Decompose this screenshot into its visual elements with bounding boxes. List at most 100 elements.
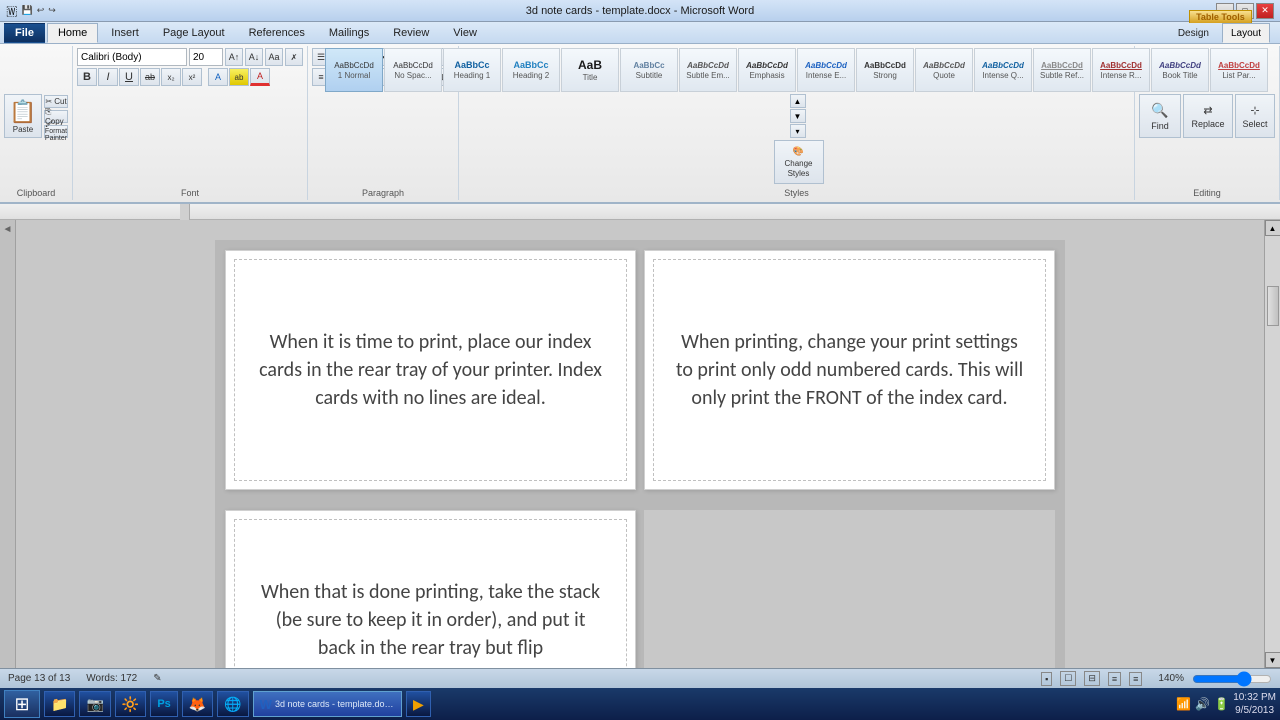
style-normal[interactable]: AaBbCcDd 1 Normal: [325, 48, 383, 92]
tab-review[interactable]: Review: [382, 23, 440, 43]
quick-access-undo[interactable]: ↩: [37, 5, 45, 16]
style-subtitle[interactable]: AaBbCc Subtitle: [620, 48, 678, 92]
clipboard-group: 📋 Paste ✂ Cut ⎘ Copy 🖌 Format Painter Cl…: [0, 46, 73, 200]
taskbar-firefox[interactable]: 🦊: [182, 691, 213, 717]
style-intense-em[interactable]: AaBbCcDd Intense E...: [797, 48, 855, 92]
taskbar-photoshop[interactable]: Ps: [150, 691, 177, 717]
card-2-inner: When printing, change your print setting…: [653, 259, 1046, 481]
view-outline-icon[interactable]: ≡: [1108, 672, 1121, 686]
paste-button[interactable]: 📋 Paste: [4, 94, 42, 138]
tab-view[interactable]: View: [442, 23, 488, 43]
superscript-button[interactable]: x²: [182, 68, 202, 86]
tab-insert[interactable]: Insert: [100, 23, 150, 43]
taskbar-word[interactable]: W 3d note cards - template.docx - Micros…: [253, 691, 402, 717]
scrollbar-down-button[interactable]: ▼: [1265, 652, 1280, 668]
sidebar-arrow[interactable]: ◄: [3, 224, 13, 235]
card-2-text: When printing, change your print setting…: [674, 328, 1025, 412]
card-1[interactable]: When it is time to print, place our inde…: [225, 250, 636, 490]
zoom-level: 140%: [1158, 673, 1184, 684]
bold-button[interactable]: B: [77, 68, 97, 86]
taskbar-ps-elements[interactable]: 📷: [79, 691, 110, 717]
document-area[interactable]: When it is time to print, place our inde…: [16, 220, 1264, 668]
zoom-slider[interactable]: [1192, 672, 1272, 686]
replace-button[interactable]: ⇄ Replace: [1183, 94, 1233, 138]
start-button[interactable]: ⊞: [4, 690, 40, 718]
styles-scroll: ▲ ▼ ▾: [790, 94, 806, 138]
quick-access-save[interactable]: 💾: [22, 5, 33, 16]
change-case-button[interactable]: Aa: [265, 48, 283, 66]
style-intense-q[interactable]: AaBbCcDd Intense Q...: [974, 48, 1032, 92]
font-color-button[interactable]: A: [250, 68, 270, 86]
style-strong[interactable]: AaBbCcDd Strong: [856, 48, 914, 92]
taskbar-lightroom[interactable]: 🔆: [115, 691, 146, 717]
card-3[interactable]: When that is done printing, take the sta…: [225, 510, 636, 668]
word-taskbar-icon: W: [260, 697, 272, 712]
document-page-top: When it is time to print, place our inde…: [215, 240, 1065, 500]
select-button[interactable]: ⊹ Select: [1235, 94, 1275, 138]
tab-design[interactable]: Design: [1169, 23, 1218, 43]
font-grow-button[interactable]: A↑: [225, 48, 243, 66]
styles-group: AaBbCcDd 1 Normal AaBbCcDd No Spac... Aa…: [459, 46, 1135, 200]
style-title[interactable]: AaB Title: [561, 48, 619, 92]
scrollbar-track[interactable]: [1266, 236, 1280, 652]
taskbar-chrome[interactable]: 🌐: [217, 691, 248, 717]
strikethrough-button[interactable]: ab: [140, 68, 160, 86]
underline-button[interactable]: U: [119, 68, 139, 86]
clear-format-button[interactable]: ✗: [285, 48, 303, 66]
format-painter-button[interactable]: 🖌 Format Painter: [44, 125, 68, 138]
font-controls: A↑ A↓ Aa ✗ B I U ab x₂ x² A ab A: [77, 48, 303, 184]
scrollbar-thumb[interactable]: [1267, 286, 1279, 326]
clipboard-small-btns: ✂ Cut ⎘ Copy 🖌 Format Painter: [44, 95, 68, 138]
track-changes-icon: ✎: [153, 673, 161, 684]
tab-pagelayout[interactable]: Page Layout: [152, 23, 236, 43]
style-subtle-em[interactable]: AaBbCcDd Subtle Em...: [679, 48, 737, 92]
taskbar-explorer[interactable]: 📁: [44, 691, 75, 717]
right-scrollbar: ▲ ▼: [1264, 220, 1280, 668]
style-subtle-ref[interactable]: AaBbCcDd Subtle Ref...: [1033, 48, 1091, 92]
style-emphasis[interactable]: AaBbCcDd Emphasis: [738, 48, 796, 92]
taskbar-vlc[interactable]: ▶: [406, 691, 431, 717]
view-layout-icon[interactable]: ☐: [1060, 671, 1076, 686]
find-button[interactable]: 🔍 Find: [1139, 94, 1181, 138]
italic-button[interactable]: I: [98, 68, 118, 86]
tab-home[interactable]: Home: [47, 23, 98, 43]
view-normal-icon[interactable]: ▪: [1041, 672, 1052, 686]
style-heading2[interactable]: AaBbCc Heading 2: [502, 48, 560, 92]
status-bar: Page 13 of 13 Words: 172 ✎ ▪ ☐ ⊟ ≡ ≡ 140…: [0, 668, 1280, 688]
card-1-inner: When it is time to print, place our inde…: [234, 259, 627, 481]
text-highlight-button[interactable]: ab: [229, 68, 249, 86]
style-no-spacing[interactable]: AaBbCcDd No Spac...: [384, 48, 442, 92]
card-4[interactable]: [644, 510, 1055, 668]
subscript-button[interactable]: x₂: [161, 68, 181, 86]
taskbar-tray: 📶 🔊 🔋 10:32 PM 9/5/2013: [1176, 691, 1276, 717]
font-size-input[interactable]: [189, 48, 223, 66]
styles-scroll-up[interactable]: ▲: [790, 94, 806, 108]
styles-scroll-down[interactable]: ▼: [790, 109, 806, 123]
view-web-icon[interactable]: ⊟: [1084, 671, 1100, 686]
tab-references[interactable]: References: [238, 23, 316, 43]
time: 10:32 PM: [1233, 691, 1276, 704]
change-styles-button[interactable]: 🎨 ChangeStyles: [774, 140, 824, 184]
scrollbar-up-button[interactable]: ▲: [1265, 220, 1280, 236]
font-shrink-button[interactable]: A↓: [245, 48, 263, 66]
word-icon: 🇼: [6, 3, 18, 19]
card-2[interactable]: When printing, change your print setting…: [644, 250, 1055, 490]
style-quote[interactable]: AaBbCcDd Quote: [915, 48, 973, 92]
font-name-input[interactable]: [77, 48, 187, 66]
word-taskbar-label: 3d note cards - template.docx - Microsof…: [275, 699, 395, 709]
styles-more[interactable]: ▾: [790, 124, 806, 138]
tab-file[interactable]: File: [4, 23, 45, 43]
style-heading1[interactable]: AaBbCc Heading 1: [443, 48, 501, 92]
font-label: Font: [181, 186, 199, 198]
view-draft-icon[interactable]: ≡: [1129, 672, 1142, 686]
tab-mailings[interactable]: Mailings: [318, 23, 380, 43]
tab-layout[interactable]: Layout: [1222, 23, 1270, 43]
main-area: ◄ When it is time to print, place our in…: [0, 220, 1280, 668]
text-effects-button[interactable]: A: [208, 68, 228, 86]
styles-label: Styles: [784, 186, 809, 198]
quick-access-redo[interactable]: ↪: [48, 5, 56, 16]
card-3-inner: When that is done printing, take the sta…: [234, 519, 627, 668]
card-1-text: When it is time to print, place our inde…: [255, 328, 606, 412]
document-page-bottom: When that is done printing, take the sta…: [215, 500, 1065, 668]
font-name-row: A↑ A↓ Aa ✗: [77, 48, 303, 66]
